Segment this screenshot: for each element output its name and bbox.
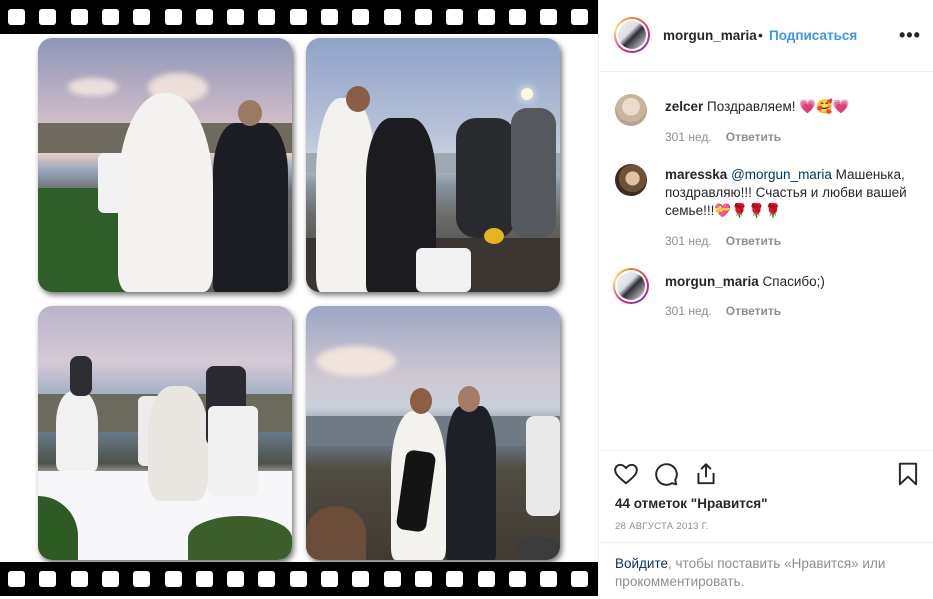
- reply-button[interactable]: Ответить: [726, 234, 781, 248]
- film-perforation: [477, 9, 495, 25]
- comment-meta: 301 нед. Ответить: [665, 234, 781, 248]
- likes-count[interactable]: 44 отметок "Нравится": [615, 496, 768, 511]
- film-perforation: [195, 571, 213, 587]
- film-perforation: [39, 9, 57, 25]
- film-perforation: [101, 571, 119, 587]
- header-separator: •: [758, 27, 763, 43]
- wedding-photo-couple: [306, 306, 560, 560]
- film-perforation: [8, 9, 25, 25]
- comment-text: zelcer Поздравляем! 💗🥰💗: [665, 98, 925, 116]
- post-side-panel: morgun_maria • Подписаться ••• zelcer По…: [598, 0, 933, 598]
- post-actions: 44 отметок "Нравится" 28 августа 2013 г.: [599, 450, 933, 543]
- film-perforation: [571, 9, 589, 25]
- film-perforation: [164, 9, 182, 25]
- wedding-photo-kiss: [306, 38, 560, 292]
- film-perforation: [571, 571, 589, 587]
- comment-username[interactable]: morgun_maria: [665, 274, 759, 289]
- film-perforation: [508, 9, 526, 25]
- comment-body: Спасибо;): [762, 274, 825, 289]
- film-perforation: [352, 571, 370, 587]
- film-perforation: [39, 571, 57, 587]
- film-strip-bottom: [0, 562, 598, 596]
- film-perforation: [164, 571, 182, 587]
- login-link[interactable]: Войдите: [615, 556, 668, 571]
- film-perforation: [446, 9, 464, 25]
- comment-username[interactable]: maresska: [665, 167, 727, 182]
- heart-icon[interactable]: [613, 461, 639, 487]
- film-perforation: [508, 571, 526, 587]
- film-perforation: [289, 9, 307, 25]
- comment-age[interactable]: 301 нед.: [665, 234, 712, 248]
- post-header: morgun_maria • Подписаться •••: [599, 0, 933, 72]
- comment-icon[interactable]: [653, 461, 679, 487]
- film-perforation: [70, 9, 88, 25]
- film-perforation: [352, 9, 370, 25]
- login-prompt: Войдите, чтобы поставить «Нравится» или …: [599, 542, 933, 599]
- film-perforation: [289, 571, 307, 587]
- wedding-photo-walk: [38, 38, 292, 292]
- film-perforation: [195, 9, 213, 25]
- film-perforation: [133, 9, 151, 25]
- film-perforation: [414, 9, 432, 25]
- post-date[interactable]: 28 августа 2013 г.: [615, 521, 709, 532]
- film-perforation: [383, 571, 401, 587]
- film-perforation: [101, 9, 119, 25]
- film-perforation: [477, 571, 495, 587]
- film-perforation: [227, 9, 245, 25]
- film-perforation: [227, 571, 245, 587]
- film-perforation: [258, 571, 276, 587]
- comment-age[interactable]: 301 нед.: [665, 304, 712, 318]
- film-perforation: [133, 571, 151, 587]
- film-perforation: [258, 9, 276, 25]
- reply-button[interactable]: Ответить: [726, 130, 781, 144]
- share-icon[interactable]: [693, 461, 719, 487]
- comment-meta: 301 нед. Ответить: [665, 130, 781, 144]
- comment-mention[interactable]: @morgun_maria: [731, 167, 832, 182]
- more-options-icon[interactable]: •••: [899, 25, 921, 46]
- comment-username[interactable]: zelcer: [665, 99, 703, 114]
- bookmark-icon[interactable]: [895, 461, 921, 487]
- comment-text: maresska @morgun_maria Машенька, поздрав…: [665, 166, 925, 220]
- comment-body: Поздравляем! 💗🥰💗: [707, 99, 850, 114]
- author-avatar[interactable]: [614, 17, 650, 53]
- film-strip-top: [0, 0, 598, 34]
- comment-age[interactable]: 301 нед.: [665, 130, 712, 144]
- wedding-photo-ceremony: [38, 306, 292, 560]
- comments-list: zelcer Поздравляем! 💗🥰💗 301 нед. Ответить…: [599, 72, 933, 450]
- film-perforation: [383, 9, 401, 25]
- author-username[interactable]: morgun_maria: [663, 28, 757, 43]
- avatar[interactable]: [613, 268, 649, 304]
- reply-button[interactable]: Ответить: [726, 304, 781, 318]
- post-media[interactable]: [0, 0, 598, 598]
- film-perforation: [414, 571, 432, 587]
- film-perforation: [70, 571, 88, 587]
- avatar[interactable]: [615, 164, 647, 196]
- film-perforation: [540, 9, 558, 25]
- film-perforation: [321, 9, 338, 25]
- follow-button[interactable]: Подписаться: [769, 28, 857, 43]
- login-prompt-text: Войдите, чтобы поставить «Нравится» или …: [615, 555, 915, 591]
- film-perforation: [446, 571, 464, 587]
- comment-text: morgun_maria Спасибо;): [665, 273, 925, 291]
- film-perforation: [8, 571, 25, 587]
- film-perforation: [321, 571, 338, 587]
- film-perforation: [540, 571, 558, 587]
- avatar[interactable]: [615, 94, 647, 126]
- comment-meta: 301 нед. Ответить: [665, 304, 781, 318]
